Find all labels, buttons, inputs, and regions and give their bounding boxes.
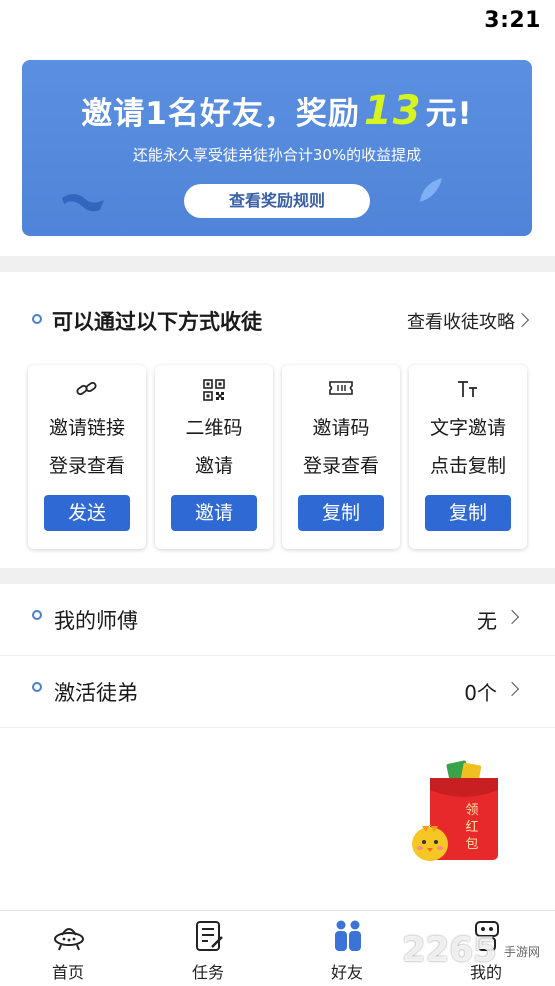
tab-label: 首页 <box>51 963 84 982</box>
section-title: 可以通过以下方式收徒 <box>52 310 262 334</box>
card-subtitle: 点击复制 <box>429 455 506 477</box>
text-icon <box>409 379 527 401</box>
banner-subtitle: 还能永久享受徒弟徒孙合计30%的收益提成 <box>132 146 422 164</box>
card-subtitle: 登录查看 <box>48 455 125 477</box>
tab-label: 任务 <box>191 963 224 982</box>
view-guide-link[interactable]: 查看收徒攻略 <box>407 308 515 334</box>
tab-friends[interactable]: 好友 <box>307 911 387 986</box>
row-value: 0个 <box>464 681 497 705</box>
copy-code-button[interactable]: 复制 <box>298 495 384 531</box>
tab-label: 好友 <box>330 963 363 982</box>
ufo-home-icon <box>54 928 84 951</box>
card-title: 二维码 <box>185 417 243 439</box>
invite-methods-header: 可以通过以下方式收徒 查看收徒攻略 <box>0 292 555 348</box>
chevron-right-icon[interactable] <box>514 312 530 328</box>
friends-icon <box>335 920 361 951</box>
send-button[interactable]: 发送 <box>44 495 130 531</box>
card-title: 邀请码 <box>312 417 370 439</box>
my-master-row[interactable]: 我的师傅 无 <box>0 584 555 656</box>
section-divider <box>0 568 555 584</box>
tab-home[interactable]: 首页 <box>28 911 108 986</box>
bullet-dot-icon <box>32 682 42 692</box>
invite-card-link[interactable]: 邀请链接 登录查看 发送 <box>28 365 146 549</box>
red-packet-floating-button[interactable]: 领红包 <box>408 760 500 866</box>
chevron-right-icon <box>504 681 520 697</box>
invite-method-cards: 邀请链接 登录查看 发送 二维码 邀请 邀请 邀请码 登录查看 复制 文字邀请 … <box>28 365 528 549</box>
section-divider <box>0 256 555 272</box>
invite-card-code[interactable]: 邀请码 登录查看 复制 <box>282 365 400 549</box>
invite-reward-banner[interactable]: 邀请1名好友，奖励 13 元! 还能永久享受徒弟徒孙合计30%的收益提成 查看奖励规… <box>22 60 532 236</box>
link-icon <box>28 379 146 401</box>
bullet-dot-icon <box>32 314 42 324</box>
qr-code-icon <box>155 379 273 401</box>
row-label: 我的师傅 <box>54 609 138 633</box>
view-reward-rules-button[interactable]: 查看奖励规则 <box>184 184 370 218</box>
task-list-icon <box>196 921 223 951</box>
card-title: 邀请链接 <box>48 417 125 439</box>
card-subtitle: 邀请 <box>194 455 233 477</box>
status-time: 3:21 <box>484 8 541 33</box>
row-label: 激活徒弟 <box>54 681 138 705</box>
bullet-dot-icon <box>32 610 42 620</box>
red-packet-label: 领红包 <box>465 803 479 852</box>
banner-reward-amount: 13 <box>363 88 422 134</box>
red-packet-icon <box>412 760 498 861</box>
site-watermark: 2265 <box>402 930 497 970</box>
active-apprentices-row[interactable]: 激活徒弟 0个 <box>0 656 555 728</box>
status-bar: 3:21 <box>0 0 555 44</box>
card-subtitle: 登录查看 <box>302 455 379 477</box>
ribbon-decoration-icon <box>62 194 104 212</box>
copy-text-button[interactable]: 复制 <box>425 495 511 531</box>
invite-button[interactable]: 邀请 <box>171 495 257 531</box>
banner-title-suffix: 元! <box>425 96 473 132</box>
banner-title-prefix: 邀请1名好友，奖励 <box>81 96 360 132</box>
card-title: 文字邀请 <box>429 417 506 439</box>
site-watermark-label: 手游网 <box>504 945 541 959</box>
chevron-right-icon <box>504 609 520 625</box>
ticket-icon <box>282 379 400 401</box>
row-value: 无 <box>477 609 497 633</box>
banner-title: 邀请1名好友，奖励 13 元! <box>22 88 532 134</box>
invite-card-qrcode[interactable]: 二维码 邀请 邀请 <box>155 365 273 549</box>
leaf-decoration-icon <box>420 178 442 202</box>
invite-card-text[interactable]: 文字邀请 点击复制 复制 <box>409 365 527 549</box>
tab-tasks[interactable]: 任务 <box>168 911 248 986</box>
